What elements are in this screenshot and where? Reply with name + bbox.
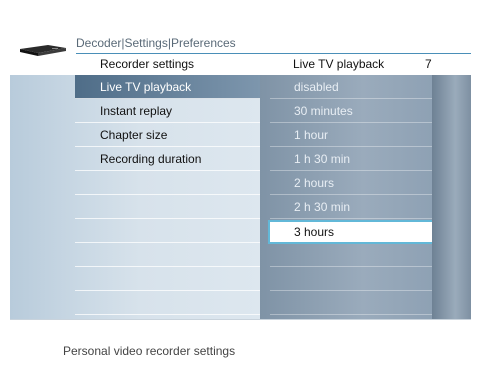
option-1-hour[interactable]: 1 hour [270,123,432,147]
breadcrumb-item-preferences[interactable]: Preferences [171,36,236,50]
header-title: Recorder settings [100,57,195,71]
option-label: 2 hours [294,176,335,190]
menu-item-label: Live TV playback [100,80,192,94]
option-label: disabled [294,80,339,94]
footer-divider [10,319,471,320]
settings-panel: Live TV playback Instant replay Chapter … [10,75,471,319]
menu-item-recording-duration[interactable]: Recording duration [75,147,260,171]
menu-item-label: Chapter size [100,128,168,142]
set-top-box-icon [18,43,68,56]
option-2-hours[interactable]: 2 hours [270,171,432,195]
menu-item-empty [75,171,260,195]
option-empty [270,267,432,291]
menu-item-instant-replay[interactable]: Instant replay [75,99,260,123]
menu-item-empty [75,291,260,315]
option-label: 3 hours [294,225,335,239]
breadcrumb-item-decoder[interactable]: Decoder [76,36,121,50]
help-text: Personal video recorder settings [63,344,236,358]
header-divider [76,53,471,54]
breadcrumb: Decoder|Settings|Preferences [76,36,236,50]
option-empty [270,243,432,267]
menu-list: Live TV playback Instant replay Chapter … [10,75,260,319]
option-label: 1 hour [294,128,329,142]
menu-item-empty [75,267,260,291]
option-2h-30min[interactable]: 2 h 30 min [270,195,432,219]
options-list: disabled 30 minutes 1 hour 1 h 30 min 2 … [260,75,436,319]
option-label: 30 minutes [294,104,353,118]
option-label: 2 h 30 min [294,200,351,214]
header-number: 7 [425,57,432,71]
menu-item-chapter-size[interactable]: Chapter size [75,123,260,147]
menu-item-label: Recording duration [100,152,202,166]
option-30-minutes[interactable]: 30 minutes [270,99,432,123]
screen: Decoder|Settings|Preferences Recorder se… [0,0,479,386]
option-empty [270,291,432,315]
option-label: 1 h 30 min [294,152,351,166]
menu-item-empty [75,219,260,243]
option-3-hours[interactable]: 3 hours [268,220,436,244]
menu-item-empty [75,243,260,267]
option-disabled[interactable]: disabled [270,75,432,99]
breadcrumb-item-settings[interactable]: Settings [124,36,167,50]
option-1h-30min[interactable]: 1 h 30 min [270,147,432,171]
menu-item-live-tv-playback[interactable]: Live TV playback [75,75,260,99]
menu-item-empty [75,195,260,219]
menu-item-label: Instant replay [100,104,173,118]
header-current-setting: Live TV playback [293,57,385,71]
scrollbar[interactable] [432,75,471,319]
